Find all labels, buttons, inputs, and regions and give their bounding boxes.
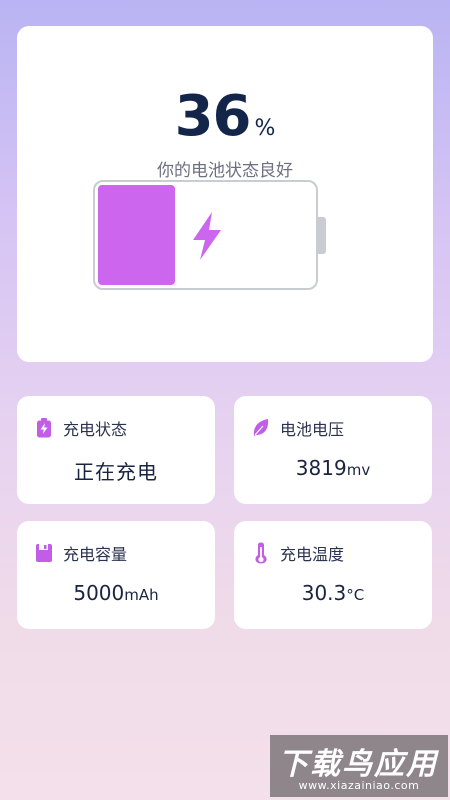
- battery-percent: 36%: [0, 84, 450, 149]
- voltage-card: 电池电压 3819mv: [234, 396, 432, 504]
- temperature-title: 充电温度: [280, 545, 345, 564]
- battery-charging-icon: [34, 417, 54, 439]
- watermark-title: 下载鸟应用: [278, 747, 438, 782]
- sd-card-icon: [34, 542, 54, 564]
- charge-state-value: 正在充电: [74, 460, 158, 484]
- battery-level-fill: [98, 185, 175, 285]
- voltage-unit: mv: [346, 461, 371, 479]
- temperature-value: 30.3: [301, 581, 347, 605]
- capacity-card: 充电容量 5000mAh: [17, 521, 215, 629]
- capacity-title: 充电容量: [63, 545, 128, 564]
- voltage-title: 电池电压: [280, 420, 345, 439]
- leaf-icon: [251, 417, 271, 439]
- battery-percent-sign: %: [254, 116, 276, 141]
- lightning-bolt-icon: [193, 212, 221, 260]
- charge-state-title: 充电状态: [63, 420, 128, 439]
- site-watermark: 下载鸟应用 www.xiazainiao.com: [270, 735, 448, 797]
- battery-percent-value: 36: [174, 84, 252, 149]
- temperature-card: 充电温度 30.3°C: [234, 521, 432, 629]
- thermometer-icon: [251, 542, 271, 564]
- temperature-unit: °C: [346, 586, 365, 604]
- capacity-value: 5000: [73, 581, 125, 605]
- voltage-value: 3819: [295, 456, 347, 480]
- watermark-url: www.xiazainiao.com: [298, 779, 420, 792]
- battery-health-text: 你的电池状态良好: [157, 161, 293, 181]
- charge-state-card: 充电状态 正在充电: [17, 396, 215, 504]
- battery-tip: [318, 217, 326, 254]
- capacity-unit: mAh: [124, 586, 159, 604]
